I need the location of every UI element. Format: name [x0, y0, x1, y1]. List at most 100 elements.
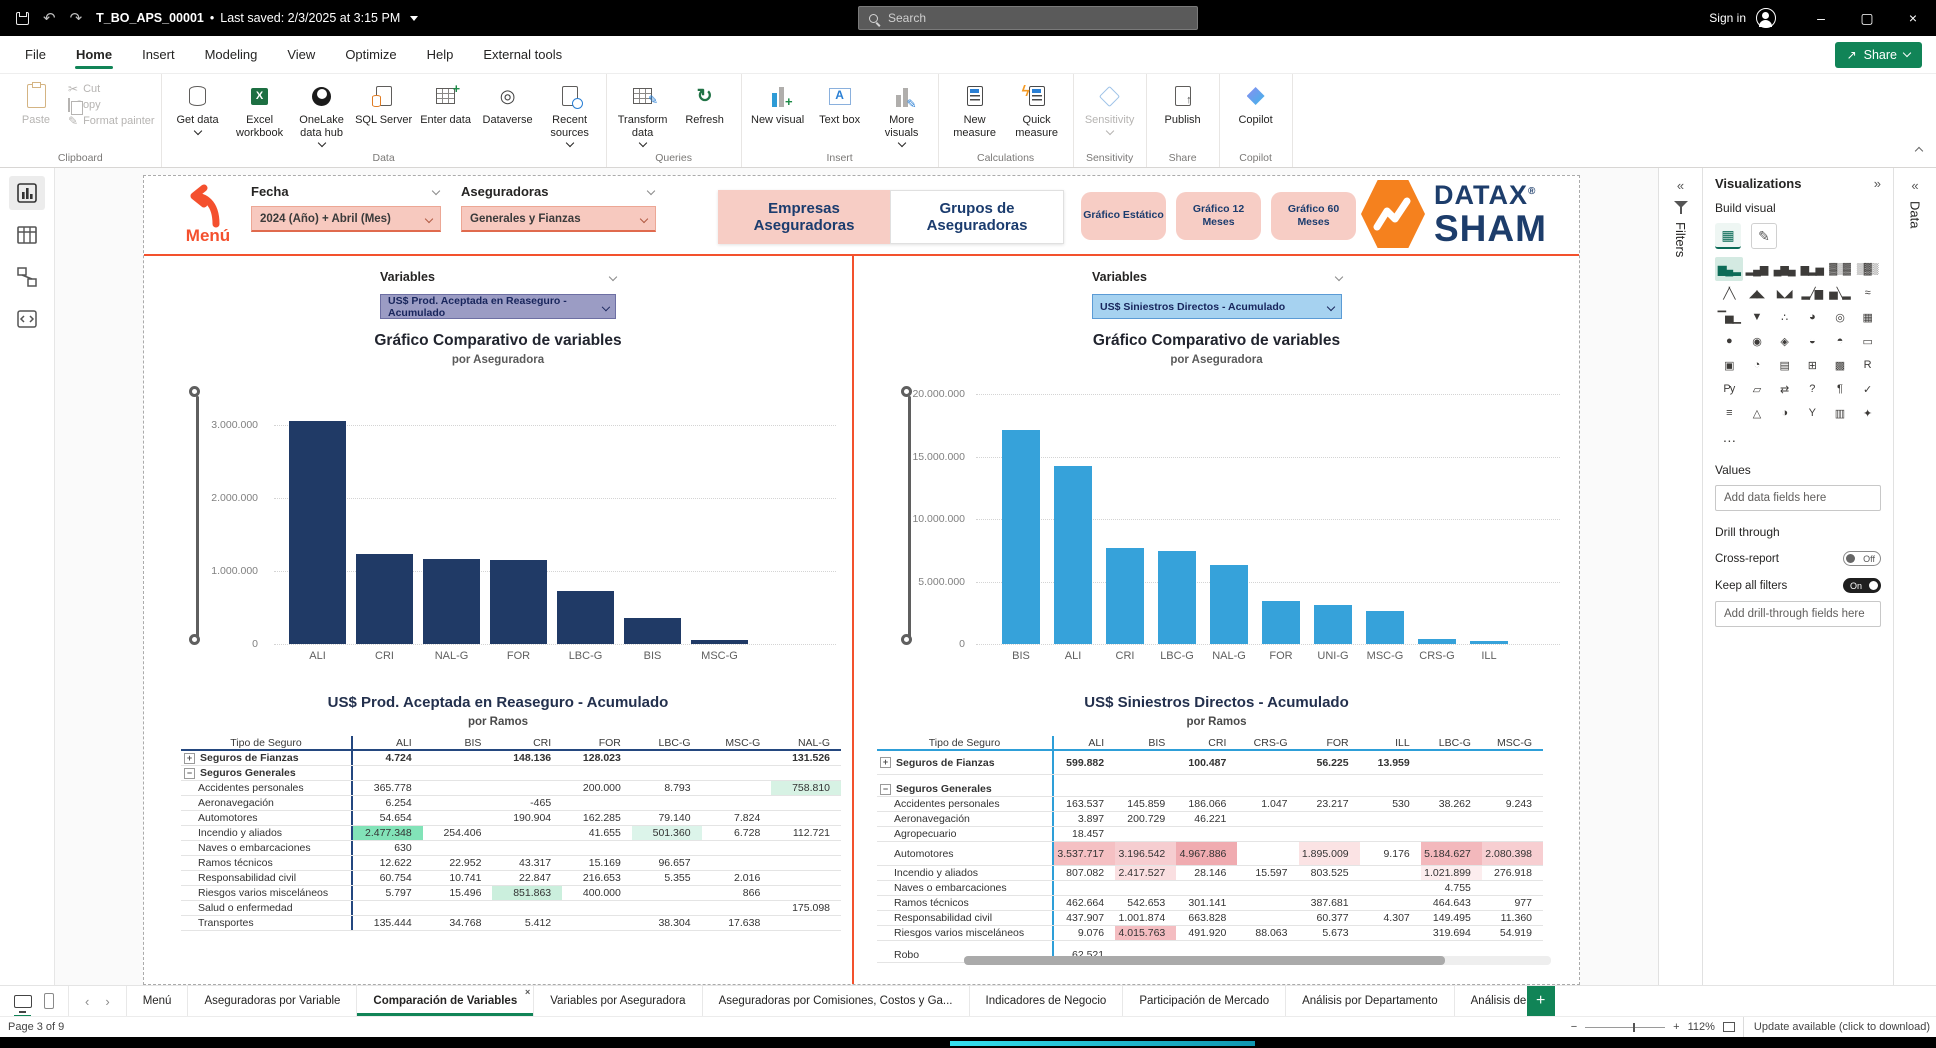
- visual-type-icon[interactable]: ¶: [1826, 377, 1854, 401]
- chevron-down-icon[interactable]: [647, 186, 655, 194]
- menu-tab-modeling[interactable]: Modeling: [190, 36, 273, 73]
- ribbon-button-new-visual[interactable]: +New visual: [748, 78, 808, 127]
- ribbon-button-enter-data[interactable]: +Enter data: [416, 78, 476, 127]
- build-visual-tab[interactable]: ▦: [1715, 223, 1741, 249]
- visual-type-icon[interactable]: ▭: [1853, 329, 1881, 353]
- mobile-layout-icon[interactable]: [44, 993, 54, 1009]
- visual-type-icon[interactable]: ◒: [1798, 329, 1826, 353]
- table-view-icon[interactable]: [9, 218, 45, 252]
- chevron-down-icon[interactable]: [609, 273, 617, 281]
- visual-type-icon[interactable]: ▣: [1715, 353, 1743, 377]
- redo-icon[interactable]: ↷: [70, 11, 83, 26]
- visual-type-icon[interactable]: ▆▂▅: [1798, 257, 1826, 281]
- new-page-button[interactable]: +: [1527, 986, 1555, 1016]
- visual-type-icon[interactable]: ▩: [1826, 353, 1854, 377]
- search-input[interactable]: [886, 10, 1187, 26]
- visual-type-icon[interactable]: ▔▅▁: [1715, 305, 1743, 329]
- scrollbar-thumb[interactable]: [964, 956, 1445, 965]
- collapse-ribbon-icon[interactable]: [1916, 141, 1922, 159]
- bar-MSC-G[interactable]: [1366, 611, 1404, 644]
- title-caret-icon[interactable]: [410, 16, 418, 21]
- visual-type-icon[interactable]: ▒▓▒: [1853, 257, 1881, 281]
- visual-type-icon[interactable]: ●: [1715, 329, 1743, 353]
- menu-tab-file[interactable]: File: [10, 36, 61, 73]
- ribbon-button-text-box[interactable]: AText box: [810, 78, 870, 127]
- undo-icon[interactable]: ↶: [43, 11, 56, 26]
- visual-type-icon[interactable]: ▂╱▆: [1798, 281, 1826, 305]
- menu-tab-insert[interactable]: Insert: [127, 36, 190, 73]
- visual-type-icon[interactable]: ≈: [1853, 281, 1881, 305]
- fit-to-page-icon[interactable]: [1723, 1022, 1735, 1032]
- ribbon-button-transform-data[interactable]: ✎Transform data: [613, 78, 673, 146]
- account-avatar[interactable]: [1756, 8, 1776, 28]
- add-data-fields-box[interactable]: Add data fields here: [1715, 485, 1881, 511]
- close-page-icon[interactable]: ×: [525, 987, 530, 997]
- collapse-icon[interactable]: −: [184, 768, 195, 779]
- page-tab-7[interactable]: Participación de Mercado: [1123, 986, 1286, 1016]
- bar-FOR[interactable]: [1262, 601, 1300, 644]
- update-available-link[interactable]: Update available (click to download): [1743, 1017, 1930, 1038]
- collapse-icon[interactable]: −: [880, 784, 891, 795]
- search-box[interactable]: [858, 6, 1198, 30]
- visual-type-icon[interactable]: △: [1743, 401, 1771, 425]
- bar-MSC-G[interactable]: [691, 640, 748, 644]
- close-button[interactable]: ×: [1890, 0, 1936, 36]
- bar-BIS[interactable]: [1002, 430, 1040, 644]
- visual-type-icon[interactable]: ▓▒▓: [1826, 257, 1854, 281]
- ribbon-button-excel-workbook[interactable]: XExcel workbook: [230, 78, 290, 139]
- visual-type-icon[interactable]: ▥: [1826, 401, 1854, 425]
- visual-type-icon[interactable]: ▱: [1743, 377, 1771, 401]
- chevron-down-icon[interactable]: [1335, 273, 1343, 281]
- more-visuals-icon[interactable]: …: [1715, 425, 1743, 449]
- next-page-icon[interactable]: ›: [103, 994, 111, 1009]
- format-visual-tab[interactable]: ✎: [1751, 223, 1777, 249]
- bar-ILL[interactable]: [1470, 641, 1508, 644]
- expand-data-icon[interactable]: «: [1894, 178, 1936, 193]
- bar-NAL-G[interactable]: [1210, 565, 1248, 644]
- fecha-dropdown[interactable]: 2024 (Año) + Abril (Mes): [251, 206, 441, 232]
- page-tab-4[interactable]: Variables por Aseguradora: [534, 986, 702, 1016]
- menu-tab-external-tools[interactable]: External tools: [468, 36, 577, 73]
- add-drill-through-fields-box[interactable]: Add drill-through fields here: [1715, 601, 1881, 627]
- expand-filters-icon[interactable]: «: [1659, 178, 1702, 193]
- ribbon-button-onelake-data-hub[interactable]: OneLake data hub: [292, 78, 352, 146]
- variables-dropdown[interactable]: US$ Siniestros Directos - Acumulado: [1092, 294, 1342, 319]
- bar-ALI[interactable]: [1054, 466, 1092, 644]
- menu-tab-home[interactable]: Home: [61, 36, 127, 73]
- bar-LBC-G[interactable]: [1158, 551, 1196, 644]
- visual-type-icon[interactable]: ◓: [1826, 329, 1854, 353]
- visual-type-icon[interactable]: ✓: [1853, 377, 1881, 401]
- bar-BIS[interactable]: [624, 618, 681, 644]
- visual-type-icon[interactable]: ∴: [1770, 305, 1798, 329]
- ribbon-button-sql-server[interactable]: SQL Server: [354, 78, 414, 127]
- page-tab-9[interactable]: Análisis de: [1455, 986, 1527, 1016]
- visual-type-icon[interactable]: ⇄: [1770, 377, 1798, 401]
- visual-type-icon[interactable]: ?: [1798, 377, 1826, 401]
- visual-type-icon[interactable]: ◎: [1826, 305, 1854, 329]
- desktop-layout-icon[interactable]: [14, 995, 32, 1008]
- maximize-button[interactable]: ▢: [1844, 0, 1890, 36]
- visual-type-icon[interactable]: ≡: [1715, 401, 1743, 425]
- page-tab-6[interactable]: Indicadores de Negocio: [970, 986, 1124, 1016]
- expand-icon[interactable]: +: [880, 757, 891, 768]
- visual-type-icon[interactable]: Y: [1798, 401, 1826, 425]
- share-button[interactable]: ↗ Share: [1835, 42, 1922, 68]
- bar-UNI-G[interactable]: [1314, 605, 1352, 644]
- ribbon-button-dataverse[interactable]: ◎Dataverse: [478, 78, 538, 127]
- save-icon[interactable]: [16, 12, 29, 25]
- sign-in-link[interactable]: Sign in: [1709, 11, 1746, 25]
- dax-query-view-icon[interactable]: [9, 302, 45, 336]
- visual-type-icon[interactable]: ▄▆▄: [1770, 257, 1798, 281]
- visual-type-icon[interactable]: ▦: [1853, 305, 1881, 329]
- zoom-in-icon[interactable]: +: [1673, 1021, 1679, 1033]
- page-tab-5[interactable]: Aseguradoras por Comisiones, Costos y Ga…: [703, 986, 970, 1016]
- report-page-canvas[interactable]: Menú Fecha 2024 (Año) + Abril (Mes) Aseg…: [143, 175, 1580, 985]
- visual-type-icon[interactable]: ◑: [1770, 401, 1798, 425]
- bar-ALI[interactable]: [289, 421, 346, 644]
- ribbon-button-more-visuals[interactable]: ✎More visuals: [872, 78, 932, 146]
- slider-handle-top[interactable]: [189, 386, 200, 397]
- empresas-aseguradoras-button[interactable]: Empresas Aseguradoras: [718, 190, 890, 244]
- grafico-12-meses-button[interactable]: Gráfico 12 Meses: [1176, 192, 1261, 240]
- visual-type-icon[interactable]: ◣◢: [1770, 281, 1798, 305]
- model-view-icon[interactable]: [9, 260, 45, 294]
